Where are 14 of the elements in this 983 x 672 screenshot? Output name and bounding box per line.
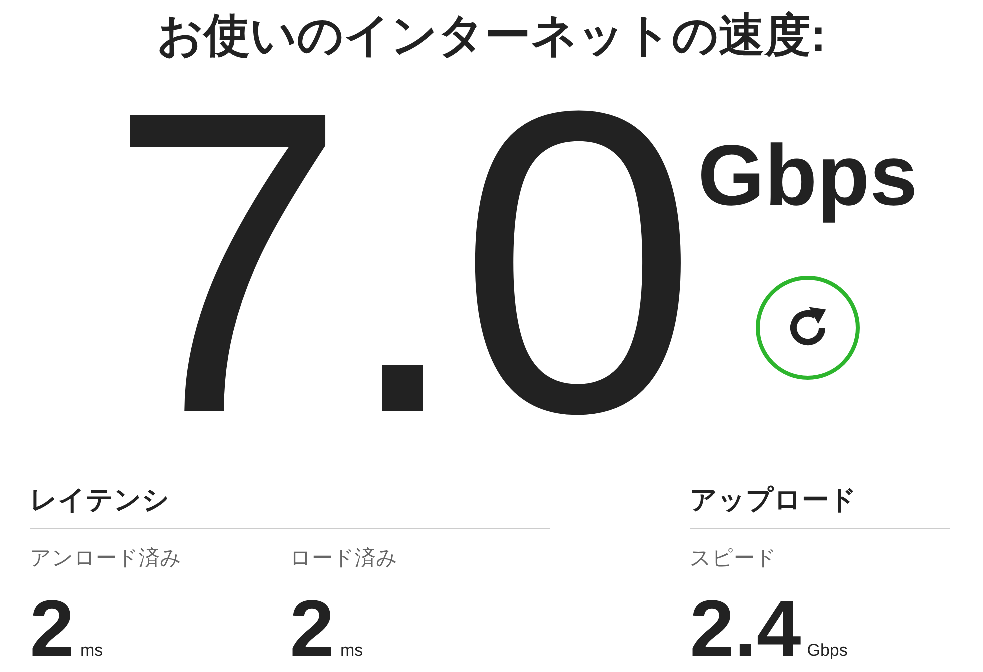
section-heading: アップロード bbox=[690, 480, 950, 529]
metric-value: 2.4 bbox=[690, 589, 802, 669]
metric-label: ロード済み bbox=[290, 546, 399, 572]
speed-value: 7.0 bbox=[108, 98, 694, 444]
metric-value: 2 bbox=[30, 589, 74, 669]
metric-unit: ms bbox=[80, 641, 104, 661]
section-heading: レイテンシ bbox=[30, 480, 550, 529]
metric-unit: Gbps bbox=[807, 641, 848, 661]
metric-value: 2 bbox=[290, 589, 334, 669]
metric-label: アンロード済み bbox=[30, 546, 183, 572]
speed-unit: Gbps bbox=[698, 127, 918, 226]
page-title: お使いのインターネットの速度: bbox=[156, 8, 828, 63]
metric-label: スピード bbox=[690, 546, 778, 572]
metric-unit: ms bbox=[340, 641, 364, 661]
